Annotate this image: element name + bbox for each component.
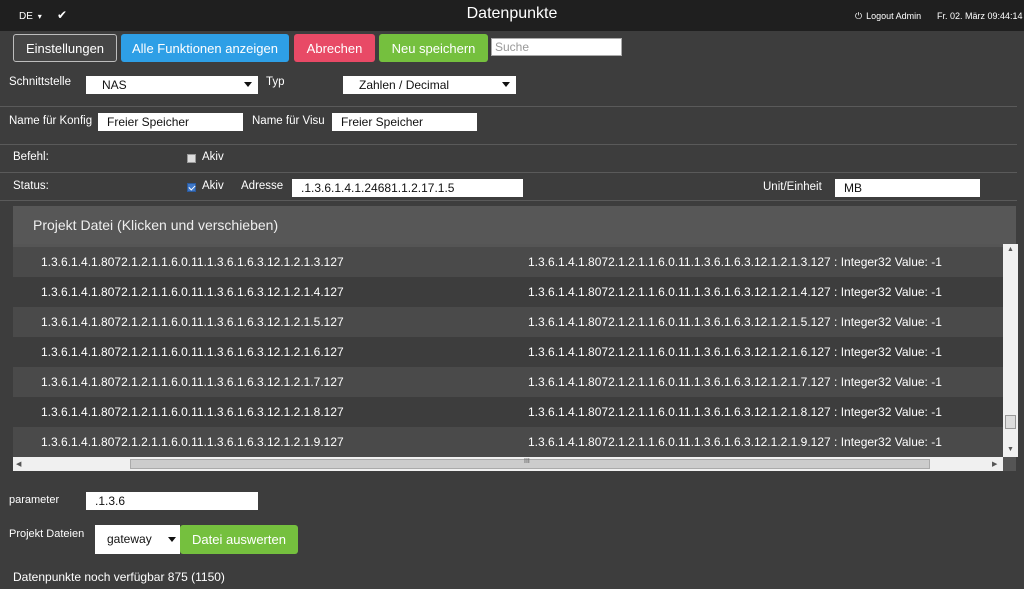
parameter-field[interactable]: .1.3.6 xyxy=(86,492,258,510)
oid-cell: 1.3.6.1.4.1.8072.1.2.1.1.6.0.11.1.3.6.1.… xyxy=(41,345,344,359)
address-field[interactable]: .1.3.6.1.4.1.24681.1.2.17.1.5 xyxy=(292,179,523,197)
command-active-checkbox[interactable] xyxy=(187,154,196,163)
divider xyxy=(0,200,1017,201)
logout-button[interactable]: ⏻ Logout Admin xyxy=(855,11,921,22)
oid-cell: 1.3.6.1.4.1.8072.1.2.1.1.6.0.11.1.3.6.1.… xyxy=(41,435,344,449)
project-files-select[interactable]: gateway xyxy=(95,525,180,554)
interface-select[interactable]: NAS xyxy=(86,76,258,94)
list-item[interactable]: 1.3.6.1.4.1.8072.1.2.1.1.6.0.11.1.3.6.1.… xyxy=(13,427,1003,457)
project-file-title: Projekt Datei (Klicken und verschieben) xyxy=(33,217,279,233)
visu-name-label: Name für Visu xyxy=(252,115,325,127)
project-file-list[interactable]: 1.3.6.1.4.1.8072.1.2.1.1.6.0.11.1.3.6.1.… xyxy=(13,247,1003,457)
list-item[interactable]: 1.3.6.1.4.1.8072.1.2.1.1.6.0.11.1.3.6.1.… xyxy=(13,337,1003,367)
evaluate-file-button[interactable]: Datei auswerten xyxy=(180,525,298,554)
interface-label: Schnittstelle xyxy=(9,76,72,88)
oid-cell: 1.3.6.1.4.1.8072.1.2.1.1.6.0.11.1.3.6.1.… xyxy=(41,405,344,419)
status-active-checkbox[interactable] xyxy=(187,183,196,192)
value-cell: 1.3.6.1.4.1.8072.1.2.1.1.6.0.11.1.3.6.1.… xyxy=(528,375,942,389)
config-name-label: Name für Konfig xyxy=(9,115,93,127)
search-input[interactable]: Suche xyxy=(491,38,622,56)
oid-cell: 1.3.6.1.4.1.8072.1.2.1.1.6.0.11.1.3.6.1.… xyxy=(41,255,344,269)
status-label: Status: xyxy=(13,180,49,192)
type-value: Zahlen / Decimal xyxy=(359,78,450,92)
divider xyxy=(0,106,1017,107)
type-select[interactable]: Zahlen / Decimal xyxy=(343,76,516,94)
unit-field[interactable]: MB xyxy=(835,179,980,197)
scroll-right-icon[interactable]: ▶ xyxy=(992,460,997,468)
settings-button[interactable]: Einstellungen xyxy=(13,34,117,62)
command-label: Befehl: xyxy=(13,151,49,163)
divider xyxy=(0,144,1017,145)
scroll-left-icon[interactable]: ◀ xyxy=(16,460,21,468)
parameter-label: parameter xyxy=(9,494,60,506)
project-files-label: Projekt Dateien xyxy=(9,528,85,540)
list-item[interactable]: 1.3.6.1.4.1.8072.1.2.1.1.6.0.11.1.3.6.1.… xyxy=(13,247,1003,277)
list-item[interactable]: 1.3.6.1.4.1.8072.1.2.1.1.6.0.11.1.3.6.1.… xyxy=(13,307,1003,337)
datetime-display: Fr. 02. März 09:44:14 xyxy=(937,11,1023,21)
chevron-down-icon xyxy=(168,537,176,542)
scroll-grip: III xyxy=(524,458,530,465)
divider xyxy=(0,172,1017,173)
status-active-label: Akiv xyxy=(202,180,224,192)
chevron-down-icon xyxy=(244,82,252,87)
scroll-up-icon[interactable]: ▲ xyxy=(1007,246,1014,253)
power-icon: ⏻ xyxy=(855,11,863,21)
save-new-button[interactable]: Neu speichern xyxy=(379,34,488,62)
visu-name-field[interactable]: Freier Speicher xyxy=(332,113,477,131)
list-item[interactable]: 1.3.6.1.4.1.8072.1.2.1.1.6.0.11.1.3.6.1.… xyxy=(13,277,1003,307)
oid-cell: 1.3.6.1.4.1.8072.1.2.1.1.6.0.11.1.3.6.1.… xyxy=(41,315,344,329)
value-cell: 1.3.6.1.4.1.8072.1.2.1.1.6.0.11.1.3.6.1.… xyxy=(528,345,942,359)
unit-label: Unit/Einheit xyxy=(763,181,822,193)
interface-value: NAS xyxy=(102,78,127,92)
list-item[interactable]: 1.3.6.1.4.1.8072.1.2.1.1.6.0.11.1.3.6.1.… xyxy=(13,367,1003,397)
value-cell: 1.3.6.1.4.1.8072.1.2.1.1.6.0.11.1.3.6.1.… xyxy=(528,255,942,269)
logout-label: Logout Admin xyxy=(866,11,922,21)
config-name-field[interactable]: Freier Speicher xyxy=(98,113,243,131)
cancel-button[interactable]: Abrechen xyxy=(294,34,375,62)
project-files-value: gateway xyxy=(107,532,152,546)
list-item[interactable]: 1.3.6.1.4.1.8072.1.2.1.1.6.0.11.1.3.6.1.… xyxy=(13,397,1003,427)
vertical-scroll-thumb[interactable] xyxy=(1005,415,1016,429)
value-cell: 1.3.6.1.4.1.8072.1.2.1.1.6.0.11.1.3.6.1.… xyxy=(528,285,942,299)
value-cell: 1.3.6.1.4.1.8072.1.2.1.1.6.0.11.1.3.6.1.… xyxy=(528,315,942,329)
oid-cell: 1.3.6.1.4.1.8072.1.2.1.1.6.0.11.1.3.6.1.… xyxy=(41,375,344,389)
chevron-down-icon xyxy=(502,82,510,87)
value-cell: 1.3.6.1.4.1.8072.1.2.1.1.6.0.11.1.3.6.1.… xyxy=(528,405,942,419)
value-cell: 1.3.6.1.4.1.8072.1.2.1.1.6.0.11.1.3.6.1.… xyxy=(528,435,942,449)
show-all-functions-button[interactable]: Alle Funktionen anzeigen xyxy=(121,34,289,62)
address-label: Adresse xyxy=(241,180,284,192)
oid-cell: 1.3.6.1.4.1.8072.1.2.1.1.6.0.11.1.3.6.1.… xyxy=(41,285,344,299)
horizontal-scroll-thumb[interactable] xyxy=(130,459,930,469)
command-active-label: Akiv xyxy=(202,151,224,163)
available-datapoints-text: Datenpunkte noch verfügbar 875 (1150) xyxy=(13,570,225,584)
type-label: Typ xyxy=(266,76,285,88)
scroll-down-icon[interactable]: ▼ xyxy=(1007,446,1014,453)
